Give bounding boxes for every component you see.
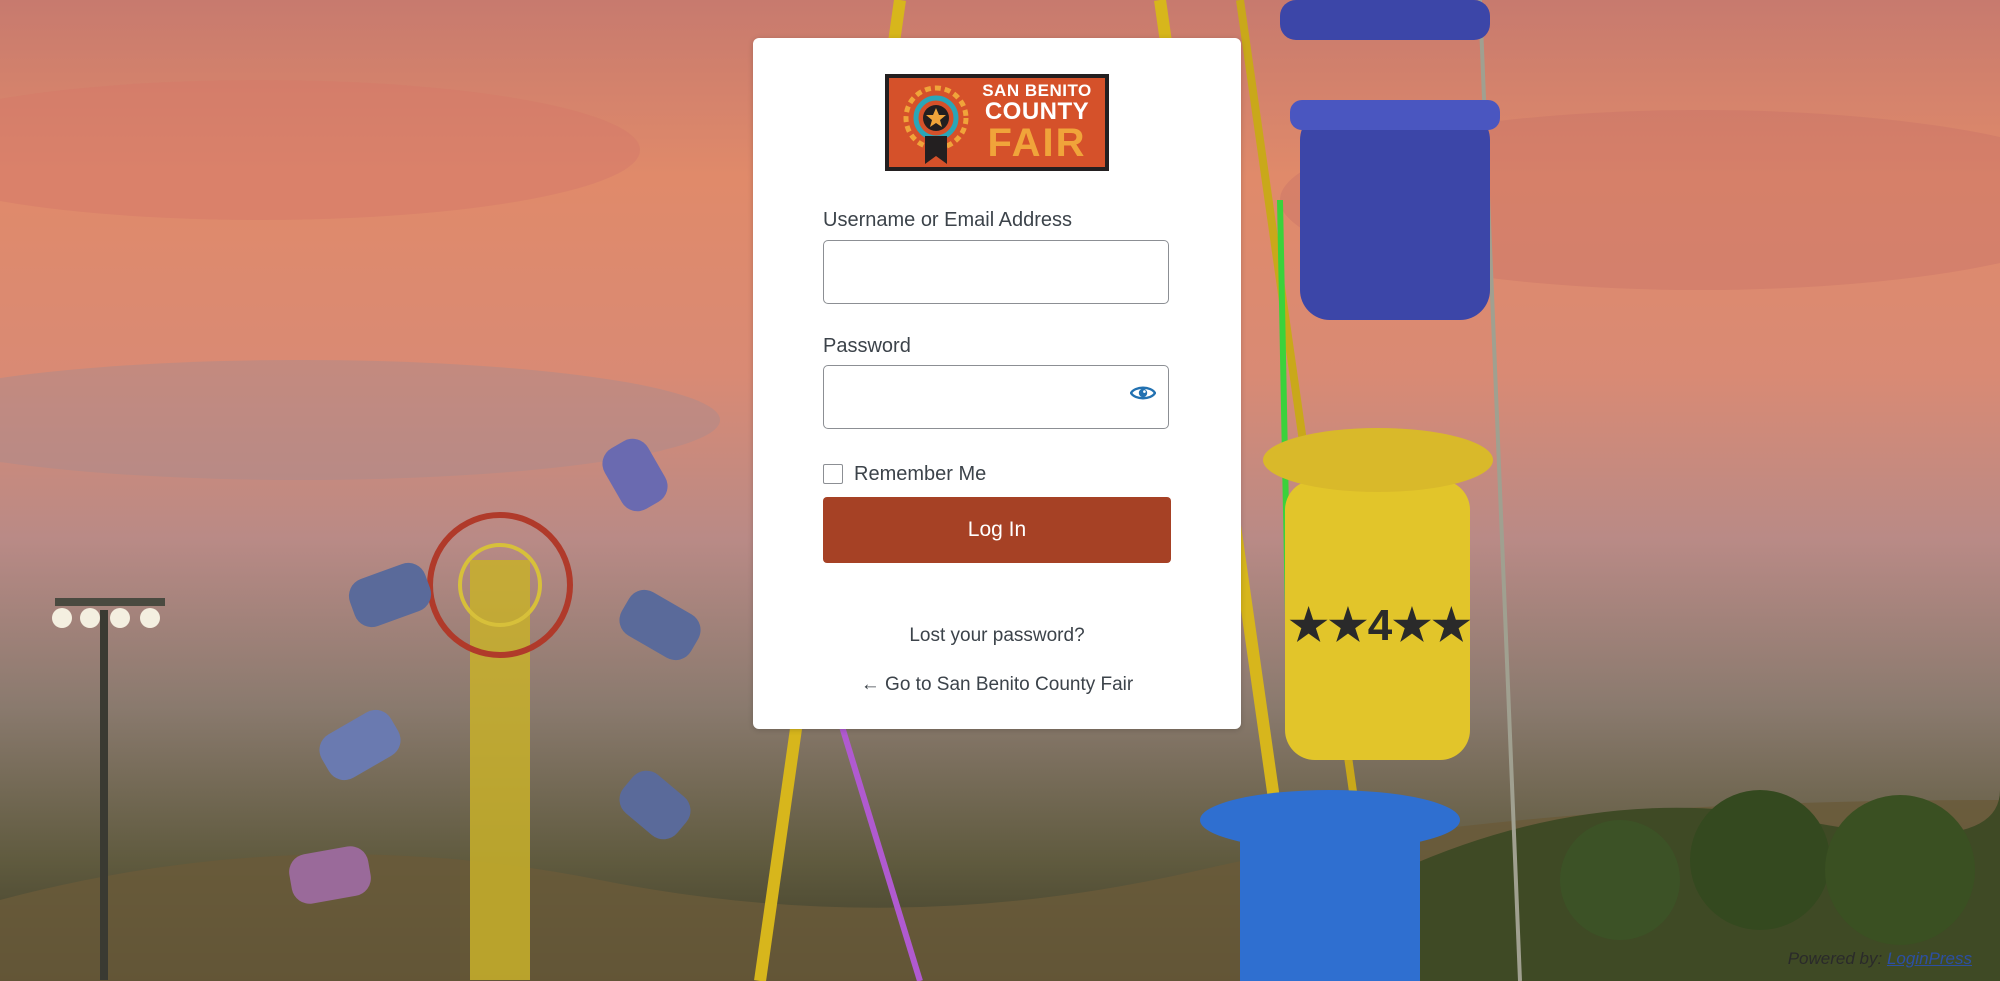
- remember-me-row[interactable]: Remember Me: [823, 459, 986, 489]
- password-label: Password: [823, 335, 911, 357]
- remember-me-label: Remember Me: [854, 462, 987, 485]
- powered-by: Powered by: LoginPress: [1788, 949, 1972, 969]
- ribbon-medal-icon: [903, 85, 969, 164]
- lost-password-link[interactable]: Lost your password?: [909, 625, 1084, 646]
- eye-icon: [1130, 386, 1156, 400]
- svg-text:★★4★★: ★★4★★: [1289, 601, 1471, 650]
- powered-by-prefix: Powered by:: [1787, 949, 1883, 968]
- show-password-button[interactable]: [1127, 379, 1159, 407]
- password-input[interactable]: [823, 365, 1169, 429]
- logo-line-1: SAN BENITO: [982, 81, 1092, 100]
- remember-me-checkbox[interactable]: [823, 464, 843, 484]
- back-to-site-row: ← Go to San Benito County Fair: [753, 674, 1241, 696]
- site-logo[interactable]: SAN BENITO COUNTY FAIR: [885, 74, 1109, 171]
- logo-wordmark: SAN BENITO COUNTY FAIR: [975, 82, 1099, 163]
- back-to-site-link[interactable]: ← Go to San Benito County Fair: [861, 674, 1133, 695]
- log-in-button[interactable]: Log In: [823, 497, 1171, 563]
- username-input[interactable]: [823, 240, 1169, 304]
- loginpress-link[interactable]: LoginPress: [1887, 949, 1972, 968]
- lost-password-row: Lost your password?: [753, 625, 1241, 647]
- login-card: SAN BENITO COUNTY FAIR Username or Email…: [753, 38, 1241, 729]
- logo-line-3: FAIR: [987, 121, 1087, 165]
- logo-badge: SAN BENITO COUNTY FAIR: [889, 78, 1105, 167]
- username-label: Username or Email Address: [823, 209, 1072, 231]
